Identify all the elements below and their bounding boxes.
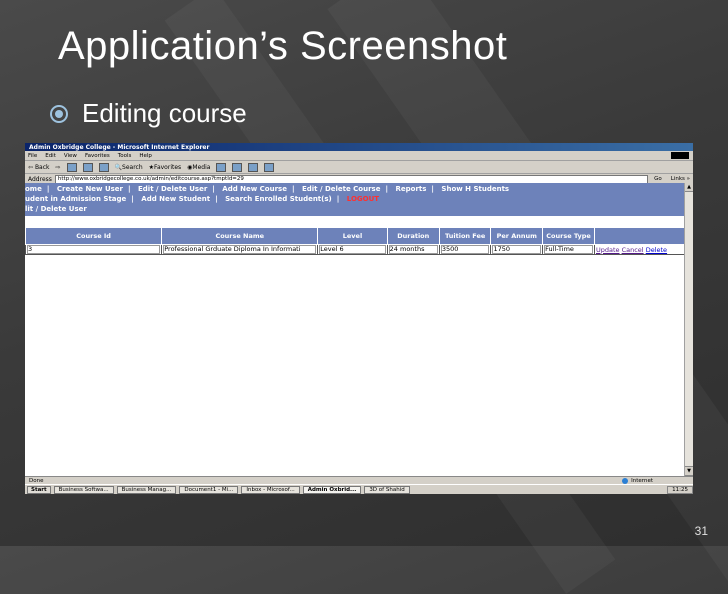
- history-icon[interactable]: [216, 162, 227, 172]
- nav-edit-user[interactable]: Edit / Delete User: [138, 185, 207, 193]
- media-label: Media: [192, 163, 211, 171]
- status-bar: Done Internet: [25, 476, 693, 484]
- windows-logo-icon: [671, 152, 689, 159]
- bullet-icon: [50, 104, 68, 123]
- back-button[interactable]: ⇦ Back: [28, 164, 50, 171]
- nav-home[interactable]: ome: [25, 185, 42, 193]
- header-actions: [593, 227, 686, 245]
- search-button[interactable]: 🔍Search: [115, 164, 143, 171]
- back-label: Back: [34, 163, 50, 171]
- header-per-annum: Per Annum: [490, 227, 544, 245]
- per-annum-input[interactable]: 1750: [492, 245, 542, 254]
- task-item[interactable]: 3D of Shahid: [364, 485, 410, 494]
- edit-icon[interactable]: [264, 162, 275, 172]
- globe-icon: [622, 477, 629, 484]
- address-label: Address: [28, 175, 52, 183]
- course-id-input[interactable]: 3: [27, 245, 161, 254]
- task-item[interactable]: Inbox - Microsof...: [241, 485, 300, 494]
- favorites-button[interactable]: ★Favorites: [149, 164, 182, 171]
- task-item-active[interactable]: Admin Oxbrid...: [302, 485, 362, 494]
- zone-label: Internet: [631, 477, 653, 484]
- menu-edit[interactable]: Edit: [45, 153, 56, 159]
- table-row: 3 Professional Grduate Diploma In Inform…: [25, 244, 686, 255]
- page-content: ome | Create New User | Edit / Delete User…: [25, 183, 686, 476]
- nav-add-student[interactable]: Add New Student: [141, 195, 210, 203]
- home-icon[interactable]: [98, 162, 109, 172]
- header-course-id: Course Id: [25, 227, 163, 245]
- links-button[interactable]: Links »: [668, 176, 693, 182]
- menu-view[interactable]: View: [64, 153, 77, 159]
- header-tuition-fee: Tuition Fee: [438, 227, 492, 245]
- bullet-item: Editing course: [50, 98, 247, 129]
- logout-link[interactable]: LOGOUT: [347, 195, 379, 203]
- header-duration: Duration: [386, 227, 440, 245]
- window-title: Admin Oxbridge College - Microsoft Inter…: [29, 143, 210, 151]
- forward-icon[interactable]: ⇨: [56, 164, 61, 171]
- duration-input[interactable]: 24 months: [388, 245, 438, 254]
- start-button[interactable]: Start: [27, 485, 51, 494]
- security-zone: Internet: [622, 477, 653, 484]
- window-titlebar[interactable]: Admin Oxbridge College - Microsoft Inter…: [25, 143, 693, 151]
- update-link[interactable]: Update: [596, 246, 620, 254]
- nav-edit-delete-user[interactable]: lit / Delete User: [25, 205, 87, 213]
- nav-edit-course[interactable]: Edit / Delete Course: [302, 185, 381, 193]
- menu-bar: File Edit View Favorites Tools Help: [25, 151, 693, 161]
- nav-show-students[interactable]: Show H Students: [441, 185, 509, 193]
- media-button[interactable]: ◉Media: [187, 164, 210, 171]
- favorites-label: Favorites: [154, 163, 182, 171]
- header-course-name: Course Name: [161, 227, 319, 245]
- page-number: 31: [694, 524, 708, 538]
- scroll-down-icon[interactable]: ▼: [685, 466, 693, 476]
- system-tray: 11:25: [667, 485, 693, 494]
- task-item[interactable]: Business Softwa...: [53, 485, 114, 494]
- taskbar: Start Business Softwa... Business Manag.…: [25, 484, 693, 494]
- course-name-input[interactable]: Professional Grduate Diploma In Informat…: [163, 245, 317, 254]
- search-label: Search: [122, 163, 143, 171]
- go-button[interactable]: Go: [651, 176, 665, 182]
- admin-nav: ome | Create New User | Edit / Delete User…: [25, 183, 685, 216]
- cancel-link[interactable]: Cancel: [622, 246, 644, 254]
- toolbar: ⇦ Back ⇨ 🔍Search ★Favorites ◉Media: [25, 161, 693, 174]
- tuition-fee-input[interactable]: 3500: [440, 245, 490, 254]
- nav-admission-stage[interactable]: udent in Admission Stage: [25, 195, 126, 203]
- course-table: Course Id Course Name Level Duration Tui…: [25, 227, 686, 255]
- status-text: Done: [29, 477, 44, 484]
- header-level: Level: [317, 227, 388, 245]
- bullet-text: Editing course: [82, 98, 247, 128]
- header-course-type: Course Type: [542, 227, 595, 245]
- stop-icon[interactable]: [66, 162, 77, 172]
- mail-icon[interactable]: [232, 162, 243, 172]
- refresh-icon[interactable]: [82, 162, 93, 172]
- slide-title: Application’s Screenshot: [58, 24, 508, 68]
- scroll-up-icon[interactable]: ▲: [685, 183, 693, 192]
- level-input[interactable]: Level 6: [319, 245, 386, 254]
- table-header-row: Course Id Course Name Level Duration Tui…: [25, 227, 686, 245]
- menu-help[interactable]: Help: [139, 153, 152, 159]
- browser-window: Admin Oxbridge College - Microsoft Inter…: [25, 143, 693, 494]
- print-icon[interactable]: [248, 162, 259, 172]
- menu-favorites[interactable]: Favorites: [85, 153, 110, 159]
- delete-link[interactable]: Delete: [646, 246, 667, 254]
- nav-reports[interactable]: Reports: [395, 185, 426, 193]
- nav-search-enrolled[interactable]: Search Enrolled Student(s): [225, 195, 332, 203]
- menu-file[interactable]: File: [28, 153, 37, 159]
- task-item[interactable]: Document1 - Mi...: [179, 485, 239, 494]
- clock: 11:25: [672, 486, 688, 493]
- vertical-scrollbar[interactable]: ▲ ▼: [684, 183, 693, 476]
- nav-create-user[interactable]: Create New User: [57, 185, 123, 193]
- menu-tools[interactable]: Tools: [118, 153, 132, 159]
- course-type-input[interactable]: Full-Time: [544, 245, 593, 254]
- task-item[interactable]: Business Manag...: [116, 485, 177, 494]
- nav-add-course[interactable]: Add New Course: [222, 185, 287, 193]
